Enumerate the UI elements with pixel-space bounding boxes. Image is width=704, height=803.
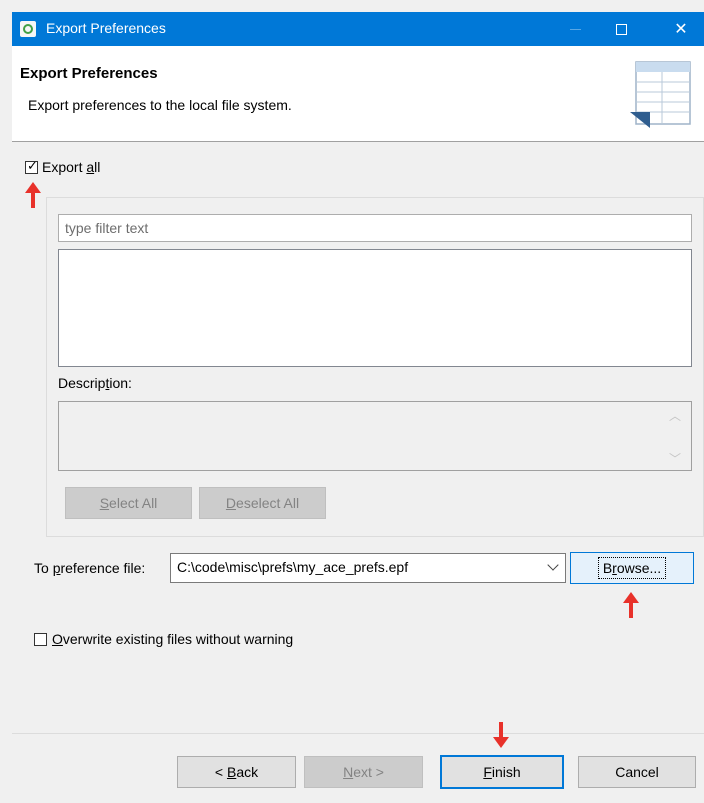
wizard-banner: Export Preferences Export preferences to…: [12, 46, 704, 142]
overwrite-label[interactable]: Overwrite existing files without warning: [52, 631, 293, 647]
preference-file-value[interactable]: C:\code\misc\prefs\my_ace_prefs.epf: [177, 559, 408, 575]
description-scrollbar[interactable]: ︿ ﹀: [659, 402, 691, 470]
close-button[interactable]: ✕: [658, 12, 704, 46]
eclipse-app-icon: [20, 21, 36, 37]
export-all-label[interactable]: Export all: [42, 159, 100, 175]
select-all-button[interactable]: Select All: [65, 487, 192, 519]
title-bar[interactable]: Export Preferences ✕: [12, 12, 704, 46]
overwrite-checkbox[interactable]: [34, 633, 47, 646]
next-button[interactable]: Next >: [304, 756, 423, 788]
preferences-tree[interactable]: [58, 249, 692, 367]
export-preferences-dialog: Export Preferences ✕ Export Preferences …: [0, 0, 704, 803]
description-textarea[interactable]: ︿ ﹀: [58, 401, 692, 471]
back-button[interactable]: < Back: [177, 756, 296, 788]
red-arrow-up-icon: [25, 182, 41, 208]
banner-description: Export preferences to the local file sys…: [28, 97, 292, 113]
deselect-all-button[interactable]: Deselect All: [199, 487, 326, 519]
close-icon: ✕: [674, 21, 688, 38]
filter-input[interactable]: [58, 214, 692, 242]
browse-button[interactable]: Browse...: [570, 552, 694, 584]
maximize-button[interactable]: [598, 12, 644, 46]
preference-selection-group: [46, 197, 704, 537]
finish-button[interactable]: Finish: [440, 755, 564, 789]
scroll-down-icon[interactable]: ﹀: [669, 450, 681, 467]
minimize-icon: [569, 28, 581, 30]
checkmark-icon: ✓: [27, 158, 38, 173]
cancel-button[interactable]: Cancel: [578, 756, 696, 788]
minimize-button[interactable]: [552, 12, 598, 46]
red-arrow-down-icon: [493, 722, 509, 748]
red-arrow-up-icon: [623, 592, 639, 618]
maximize-icon: [615, 23, 627, 35]
scroll-up-icon[interactable]: ︿: [669, 407, 681, 424]
chevron-down-icon[interactable]: [547, 559, 559, 571]
window-title: Export Preferences: [46, 20, 166, 36]
description-label: Description:: [58, 375, 132, 391]
preference-file-combo[interactable]: C:\code\misc\prefs\my_ace_prefs.epf: [170, 553, 566, 583]
preference-file-label: To preference file:: [34, 560, 146, 576]
banner-title: Export Preferences: [20, 65, 158, 82]
export-all-checkbox[interactable]: ✓: [25, 158, 38, 174]
footer-separator: [12, 733, 704, 734]
wizard-banner-table-icon: [630, 61, 691, 128]
